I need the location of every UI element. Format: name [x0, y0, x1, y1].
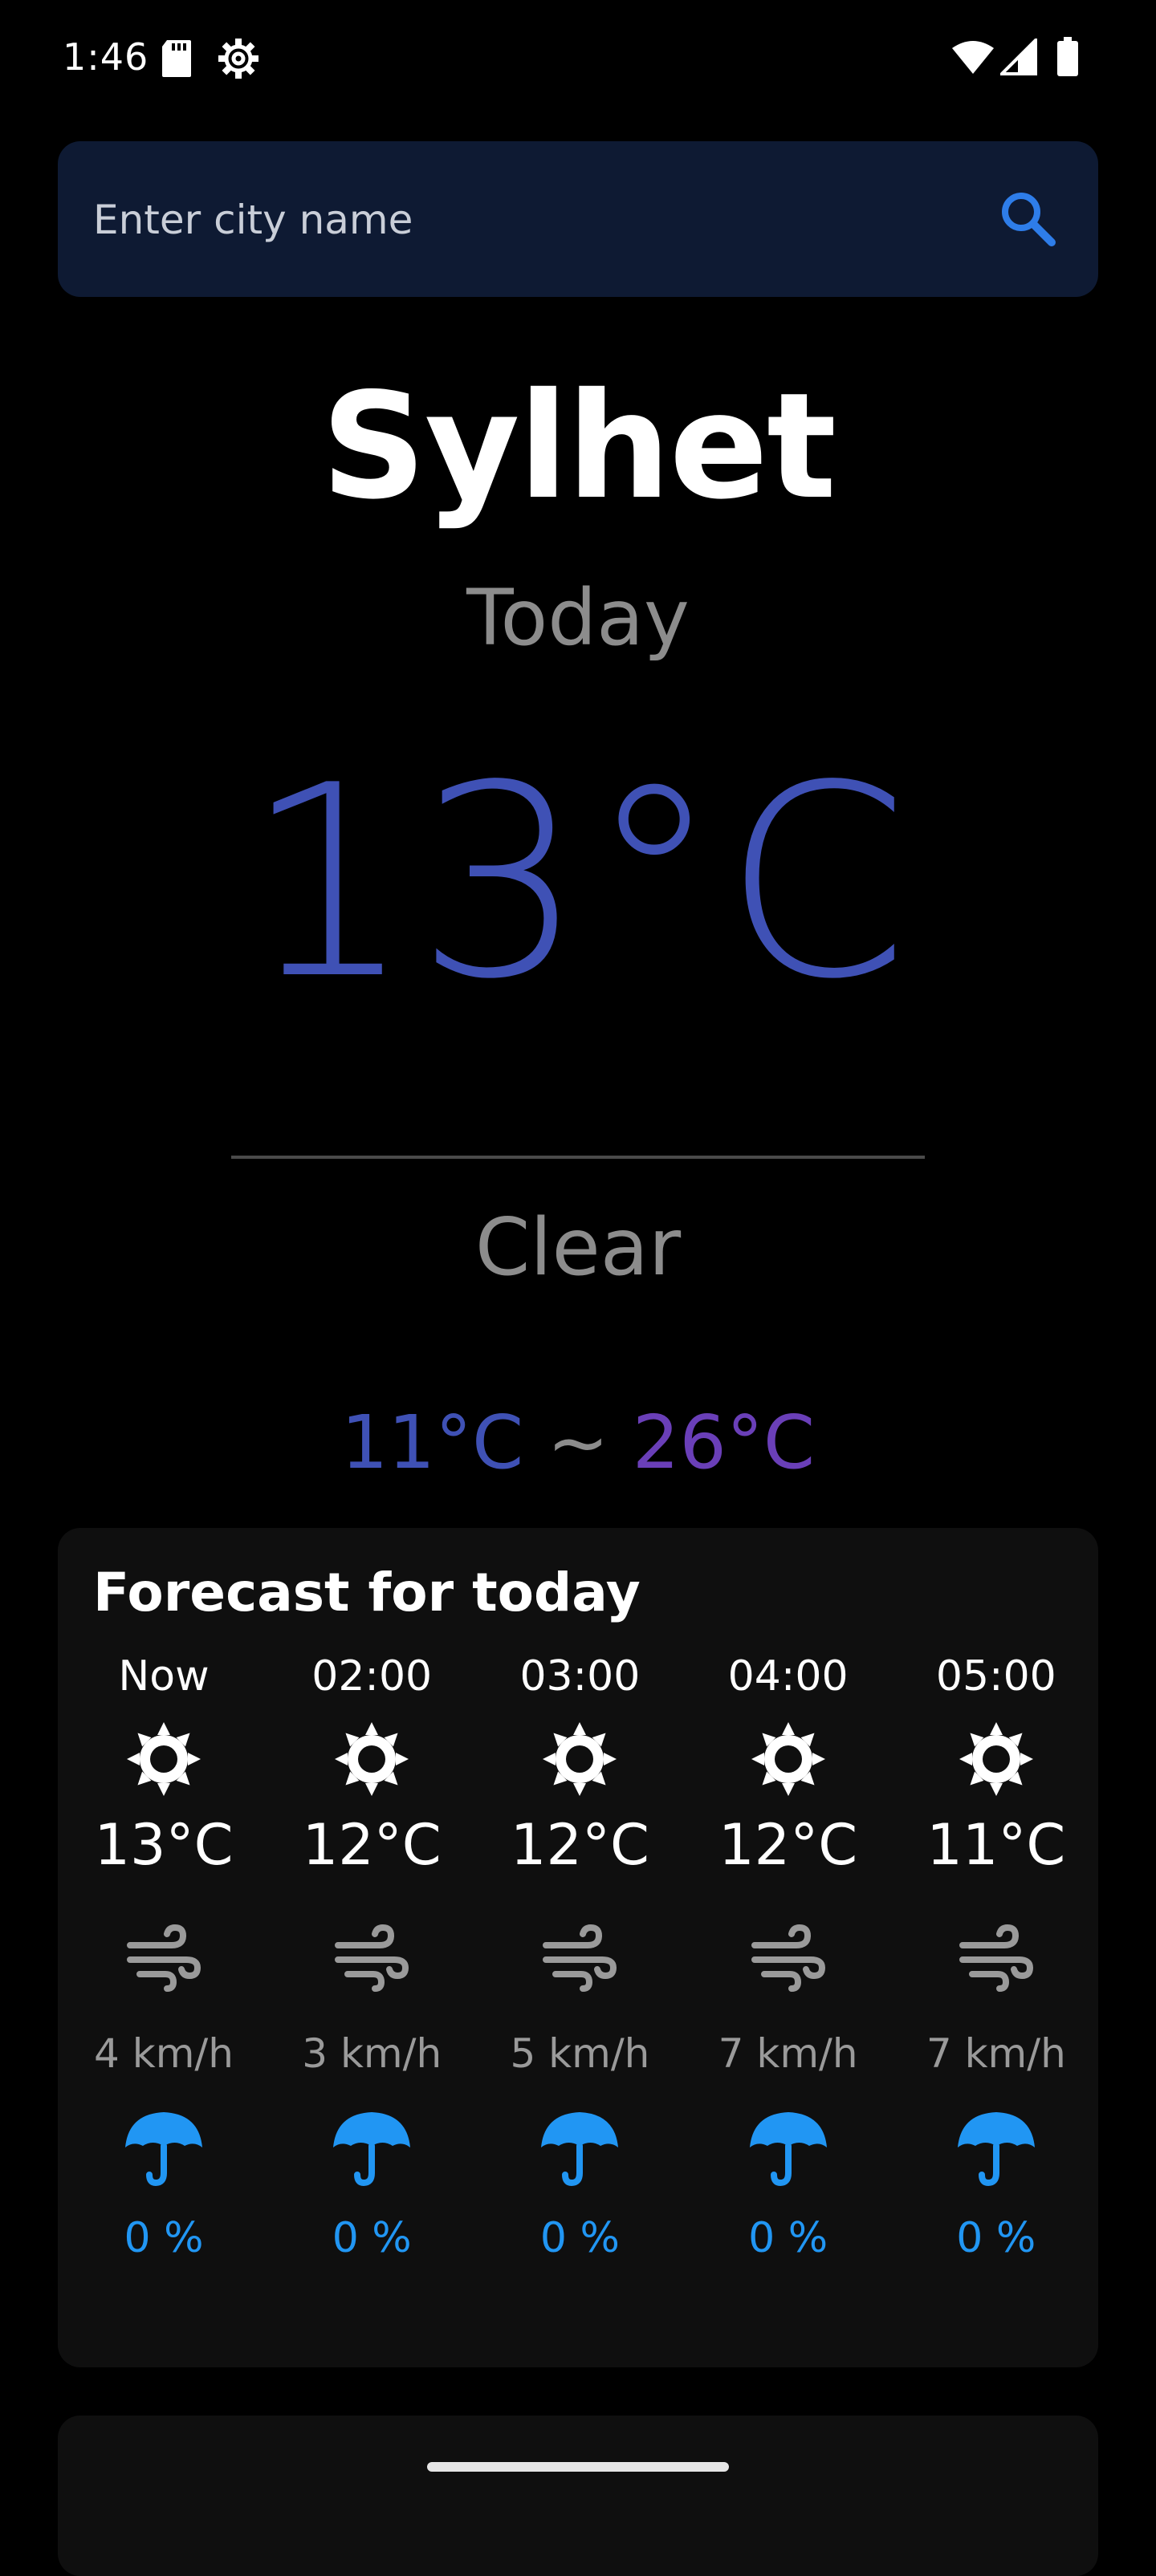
city-name: Sylhet: [320, 361, 836, 531]
hourly-forecast-list[interactable]: Now 13°C 4 km/h 0 % 02:00 12°C 3 km/h 0 …: [58, 1648, 1098, 2338]
wind-speed: 3 km/h: [302, 2030, 442, 2077]
rain-chance: 0 %: [539, 2214, 620, 2262]
sd-card-icon: [162, 40, 191, 77]
cell-signal-icon: [1000, 39, 1037, 75]
umbrella-icon: [747, 2106, 830, 2189]
current-temperature: 13°C: [244, 729, 912, 1037]
wind-speed: 4 km/h: [94, 2030, 234, 2077]
umbrella-icon: [122, 2106, 206, 2189]
sun-icon: [541, 1721, 618, 1798]
forecast-time: Now: [118, 1652, 210, 1700]
wind-speed: 5 km/h: [510, 2030, 650, 2077]
forecast-title: Forecast for today: [93, 1562, 641, 1623]
forecast-card: Forecast for today Now 13°C 4 km/h 0 % 0…: [58, 1528, 1098, 2367]
forecast-temperature: 13°C: [94, 1812, 234, 1878]
sun-icon: [125, 1721, 202, 1798]
divider: [231, 1156, 925, 1159]
min-temperature: 11°C: [340, 1400, 524, 1485]
forecast-time: 02:00: [311, 1652, 433, 1700]
wind-icon: [125, 1918, 202, 1995]
forecast-temperature: 12°C: [718, 1812, 858, 1878]
sun-icon: [958, 1721, 1035, 1798]
next-card: [58, 2416, 1098, 2576]
umbrella-icon: [955, 2106, 1038, 2189]
wind-speed: 7 km/h: [926, 2030, 1066, 2077]
forecast-temperature: 12°C: [510, 1812, 649, 1878]
hourly-forecast-item: 04:00 12°C 7 km/h 0 %: [682, 1648, 890, 2338]
hourly-forecast-item: 03:00 12°C 5 km/h 0 %: [474, 1648, 682, 2338]
battery-icon: [1057, 37, 1078, 76]
umbrella-icon: [330, 2106, 413, 2189]
temperature-range: 11°C ~ 26°C: [0, 1395, 1156, 1491]
rain-chance: 0 %: [124, 2214, 204, 2262]
wind-icon: [958, 1918, 1035, 1995]
weather-condition: Clear: [474, 1202, 682, 1294]
forecast-temperature: 11°C: [926, 1812, 1066, 1878]
forecast-temperature: 12°C: [302, 1812, 442, 1878]
rain-chance: 0 %: [332, 2214, 412, 2262]
rain-chance: 0 %: [956, 2214, 1036, 2262]
sun-icon: [750, 1721, 827, 1798]
umbrella-icon: [538, 2106, 621, 2189]
city-search-bar: [58, 141, 1098, 299]
hourly-forecast-item: 02:00 12°C 3 km/h 0 %: [266, 1648, 474, 2338]
range-separator: ~: [547, 1400, 609, 1485]
wind-icon: [750, 1918, 827, 1995]
settings-gear-icon: [218, 39, 258, 79]
wind-speed: 7 km/h: [718, 2030, 858, 2077]
forecast-time: 05:00: [935, 1652, 1056, 1700]
city-search-input[interactable]: [92, 141, 978, 299]
status-time: 1:46: [63, 35, 149, 79]
hourly-forecast-item: 05:00 11°C 7 km/h 0 %: [890, 1648, 1098, 2338]
status-bar: 1:46: [0, 0, 1156, 120]
wind-icon: [333, 1918, 410, 1995]
wind-icon: [541, 1918, 618, 1995]
max-temperature: 26°C: [632, 1400, 816, 1485]
forecast-time: 04:00: [727, 1652, 849, 1700]
wifi-icon: [952, 41, 994, 74]
sun-icon: [333, 1721, 410, 1798]
day-label: Today: [466, 573, 690, 663]
search-icon[interactable]: [995, 186, 1061, 252]
home-indicator[interactable]: [427, 2462, 729, 2472]
hourly-forecast-item: Now 13°C 4 km/h 0 %: [58, 1648, 266, 2338]
forecast-time: 03:00: [519, 1652, 641, 1700]
rain-chance: 0 %: [748, 2214, 828, 2262]
